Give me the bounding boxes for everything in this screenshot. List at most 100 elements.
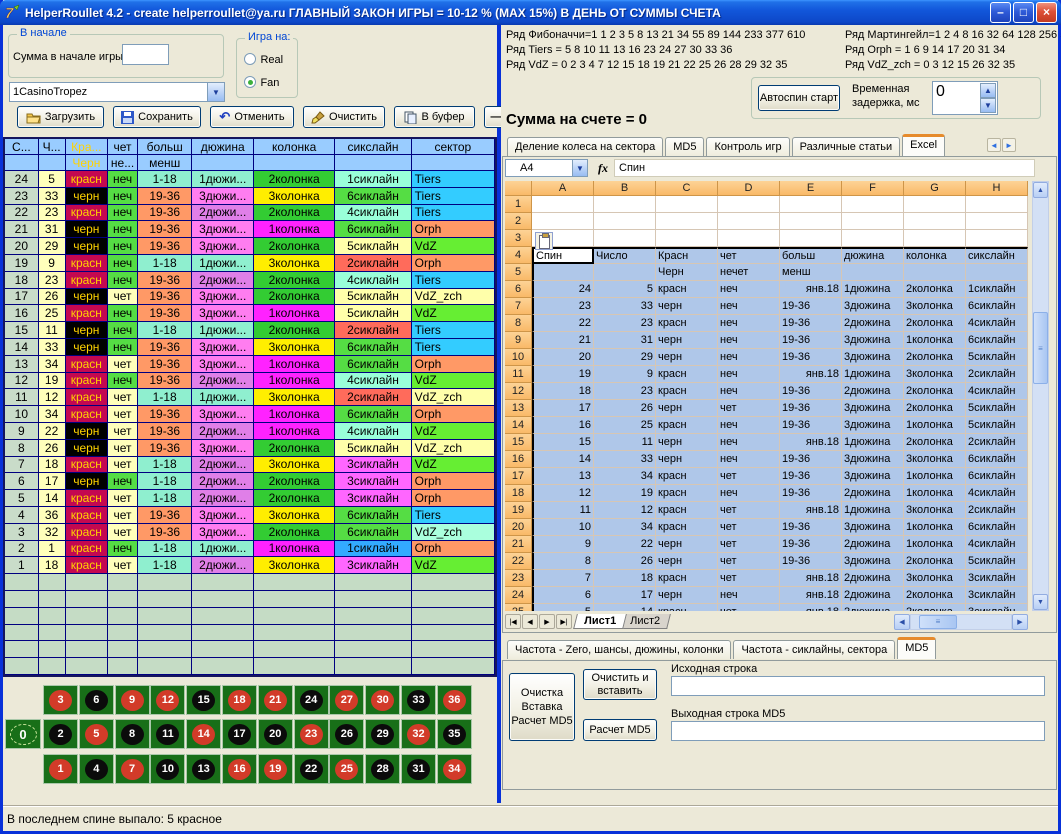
excel-cell[interactable]: чет [718,536,780,553]
roulette-number[interactable]: 19 [264,759,287,780]
excel-row-header[interactable]: 25 [505,604,532,611]
excel-cell[interactable] [842,230,904,247]
roulette-number[interactable]: 34 [443,759,466,780]
roulette-number-cell[interactable]: 9 [115,685,150,715]
excel-column-header[interactable]: A [532,181,594,196]
excel-cell[interactable]: 23 [532,298,594,315]
excel-cell[interactable]: 1дюжина [842,366,904,383]
hscroll-right-icon[interactable]: ▶ [1012,614,1028,630]
excel-row-header[interactable]: 17 [505,468,532,485]
roulette-number-cell[interactable]: 30 [365,685,400,715]
radio-real-circle[interactable] [244,53,256,65]
excel-cell[interactable]: 3дюжина [842,468,904,485]
cell-name-box[interactable]: A4 [505,159,573,177]
excel-cell[interactable]: 18 [532,383,594,400]
excel-cell[interactable]: черн [656,587,718,604]
excel-cell[interactable]: 3дюжина [842,298,904,315]
excel-cell[interactable]: 19-36 [780,332,842,349]
excel-cell[interactable]: 3дюжина [842,349,904,366]
excel-cell[interactable]: неч [718,434,780,451]
excel-cell[interactable]: красн [656,417,718,434]
excel-cell[interactable]: красн [656,485,718,502]
excel-cell[interactable] [718,213,780,230]
excel-cell[interactable]: 3сиклайн [966,570,1028,587]
excel-cell[interactable]: 19-36 [780,519,842,536]
excel-row-header[interactable]: 3 [505,230,532,247]
excel-cell[interactable]: красн [656,366,718,383]
roulette-number-cell[interactable]: 24 [294,685,329,715]
excel-cell[interactable]: 5 [594,281,656,298]
excel-cell[interactable]: неч [718,315,780,332]
excel-cell[interactable] [532,196,594,213]
excel-cell[interactable] [594,196,656,213]
excel-cell[interactable] [904,213,966,230]
excel-cell[interactable]: 19-36 [780,315,842,332]
excel-cell[interactable]: 1дюжина [842,281,904,298]
excel-row-header[interactable]: 11 [505,366,532,383]
roulette-number-cell[interactable]: 21 [258,685,293,715]
excel-cell[interactable]: 1колонка [904,519,966,536]
excel-cell[interactable] [966,264,1028,281]
excel-cell[interactable]: 5сиклайн [966,400,1028,417]
excel-cell[interactable] [780,213,842,230]
excel-cell[interactable] [842,196,904,213]
tab-md5[interactable]: MD5 [665,137,704,156]
roulette-number-cell[interactable]: 36 [437,685,472,715]
excel-cell[interactable]: 22 [594,536,656,553]
excel-cell[interactable] [532,264,594,281]
spinner-up-icon[interactable]: ▲ [980,83,996,98]
roulette-zero[interactable]: 0 [10,724,37,745]
tab-различные-статьи[interactable]: Различные статьи [792,137,901,156]
excel-cell[interactable]: 6сиклайн [966,468,1028,485]
excel-row-header[interactable]: 22 [505,553,532,570]
excel-cell[interactable]: 2колонка [904,281,966,298]
excel-cell[interactable]: чет [718,247,780,264]
excel-cell[interactable]: 1колонка [904,468,966,485]
roulette-number-cell[interactable]: 5 [79,719,114,749]
excel-cell[interactable]: 19-36 [780,417,842,434]
roulette-number[interactable]: 35 [443,724,466,745]
excel-cell[interactable]: 34 [594,519,656,536]
excel-cell[interactable]: 16 [532,417,594,434]
roulette-number[interactable]: 9 [121,690,144,711]
excel-cell[interactable]: 11 [532,502,594,519]
excel-cell[interactable] [656,213,718,230]
excel-cell[interactable]: янв.18 [780,281,842,298]
excel-cell[interactable]: неч [718,587,780,604]
excel-cell[interactable] [904,230,966,247]
roulette-number-cell[interactable]: 4 [79,754,114,784]
excel-row-header[interactable]: 7 [505,298,532,315]
excel-row-header[interactable]: 16 [505,451,532,468]
excel-cell[interactable]: 7 [532,570,594,587]
excel-cell[interactable]: 19-36 [780,383,842,400]
excel-cell[interactable]: 2колонка [904,553,966,570]
roulette-number-cell[interactable]: 7 [115,754,150,784]
roulette-number-cell[interactable]: 17 [222,719,257,749]
md5-input-field[interactable] [671,676,1045,696]
namebox-dropdown-icon[interactable]: ▼ [573,159,588,177]
excel-cell[interactable]: 19-36 [780,451,842,468]
clear-button[interactable]: Очистить [303,106,385,128]
excel-cell[interactable] [966,230,1028,247]
roulette-number[interactable]: 22 [300,759,323,780]
roulette-number-cell[interactable]: 32 [401,719,436,749]
roulette-number-cell[interactable]: 2 [43,719,78,749]
excel-row-header[interactable]: 2 [505,213,532,230]
excel-cell[interactable]: черн [656,349,718,366]
chevron-down-icon[interactable]: ▼ [207,83,224,101]
excel-cell[interactable]: 4сиклайн [966,485,1028,502]
md5-clear-paste-calc-button[interactable]: ОчисткаВставкаРасчет MD5 [509,673,575,741]
excel-cell[interactable]: 9 [532,536,594,553]
excel-cell[interactable]: 3колонка [904,298,966,315]
excel-cell[interactable]: неч [718,366,780,383]
excel-column-header[interactable]: G [904,181,966,196]
roulette-number-cell[interactable]: 26 [329,719,364,749]
excel-cell[interactable] [656,196,718,213]
tab-freq-частота-zero-шансы-дюжины-колонки[interactable]: Частота - Zero, шансы, дюжины, колонки [507,640,731,659]
roulette-number-cell[interactable]: 33 [401,685,436,715]
excel-cell[interactable]: красн [656,570,718,587]
excel-cell[interactable] [594,264,656,281]
roulette-number[interactable]: 14 [192,724,215,745]
vertical-scroll-thumb[interactable]: ≡ [1033,312,1048,384]
roulette-number[interactable]: 18 [228,690,251,711]
